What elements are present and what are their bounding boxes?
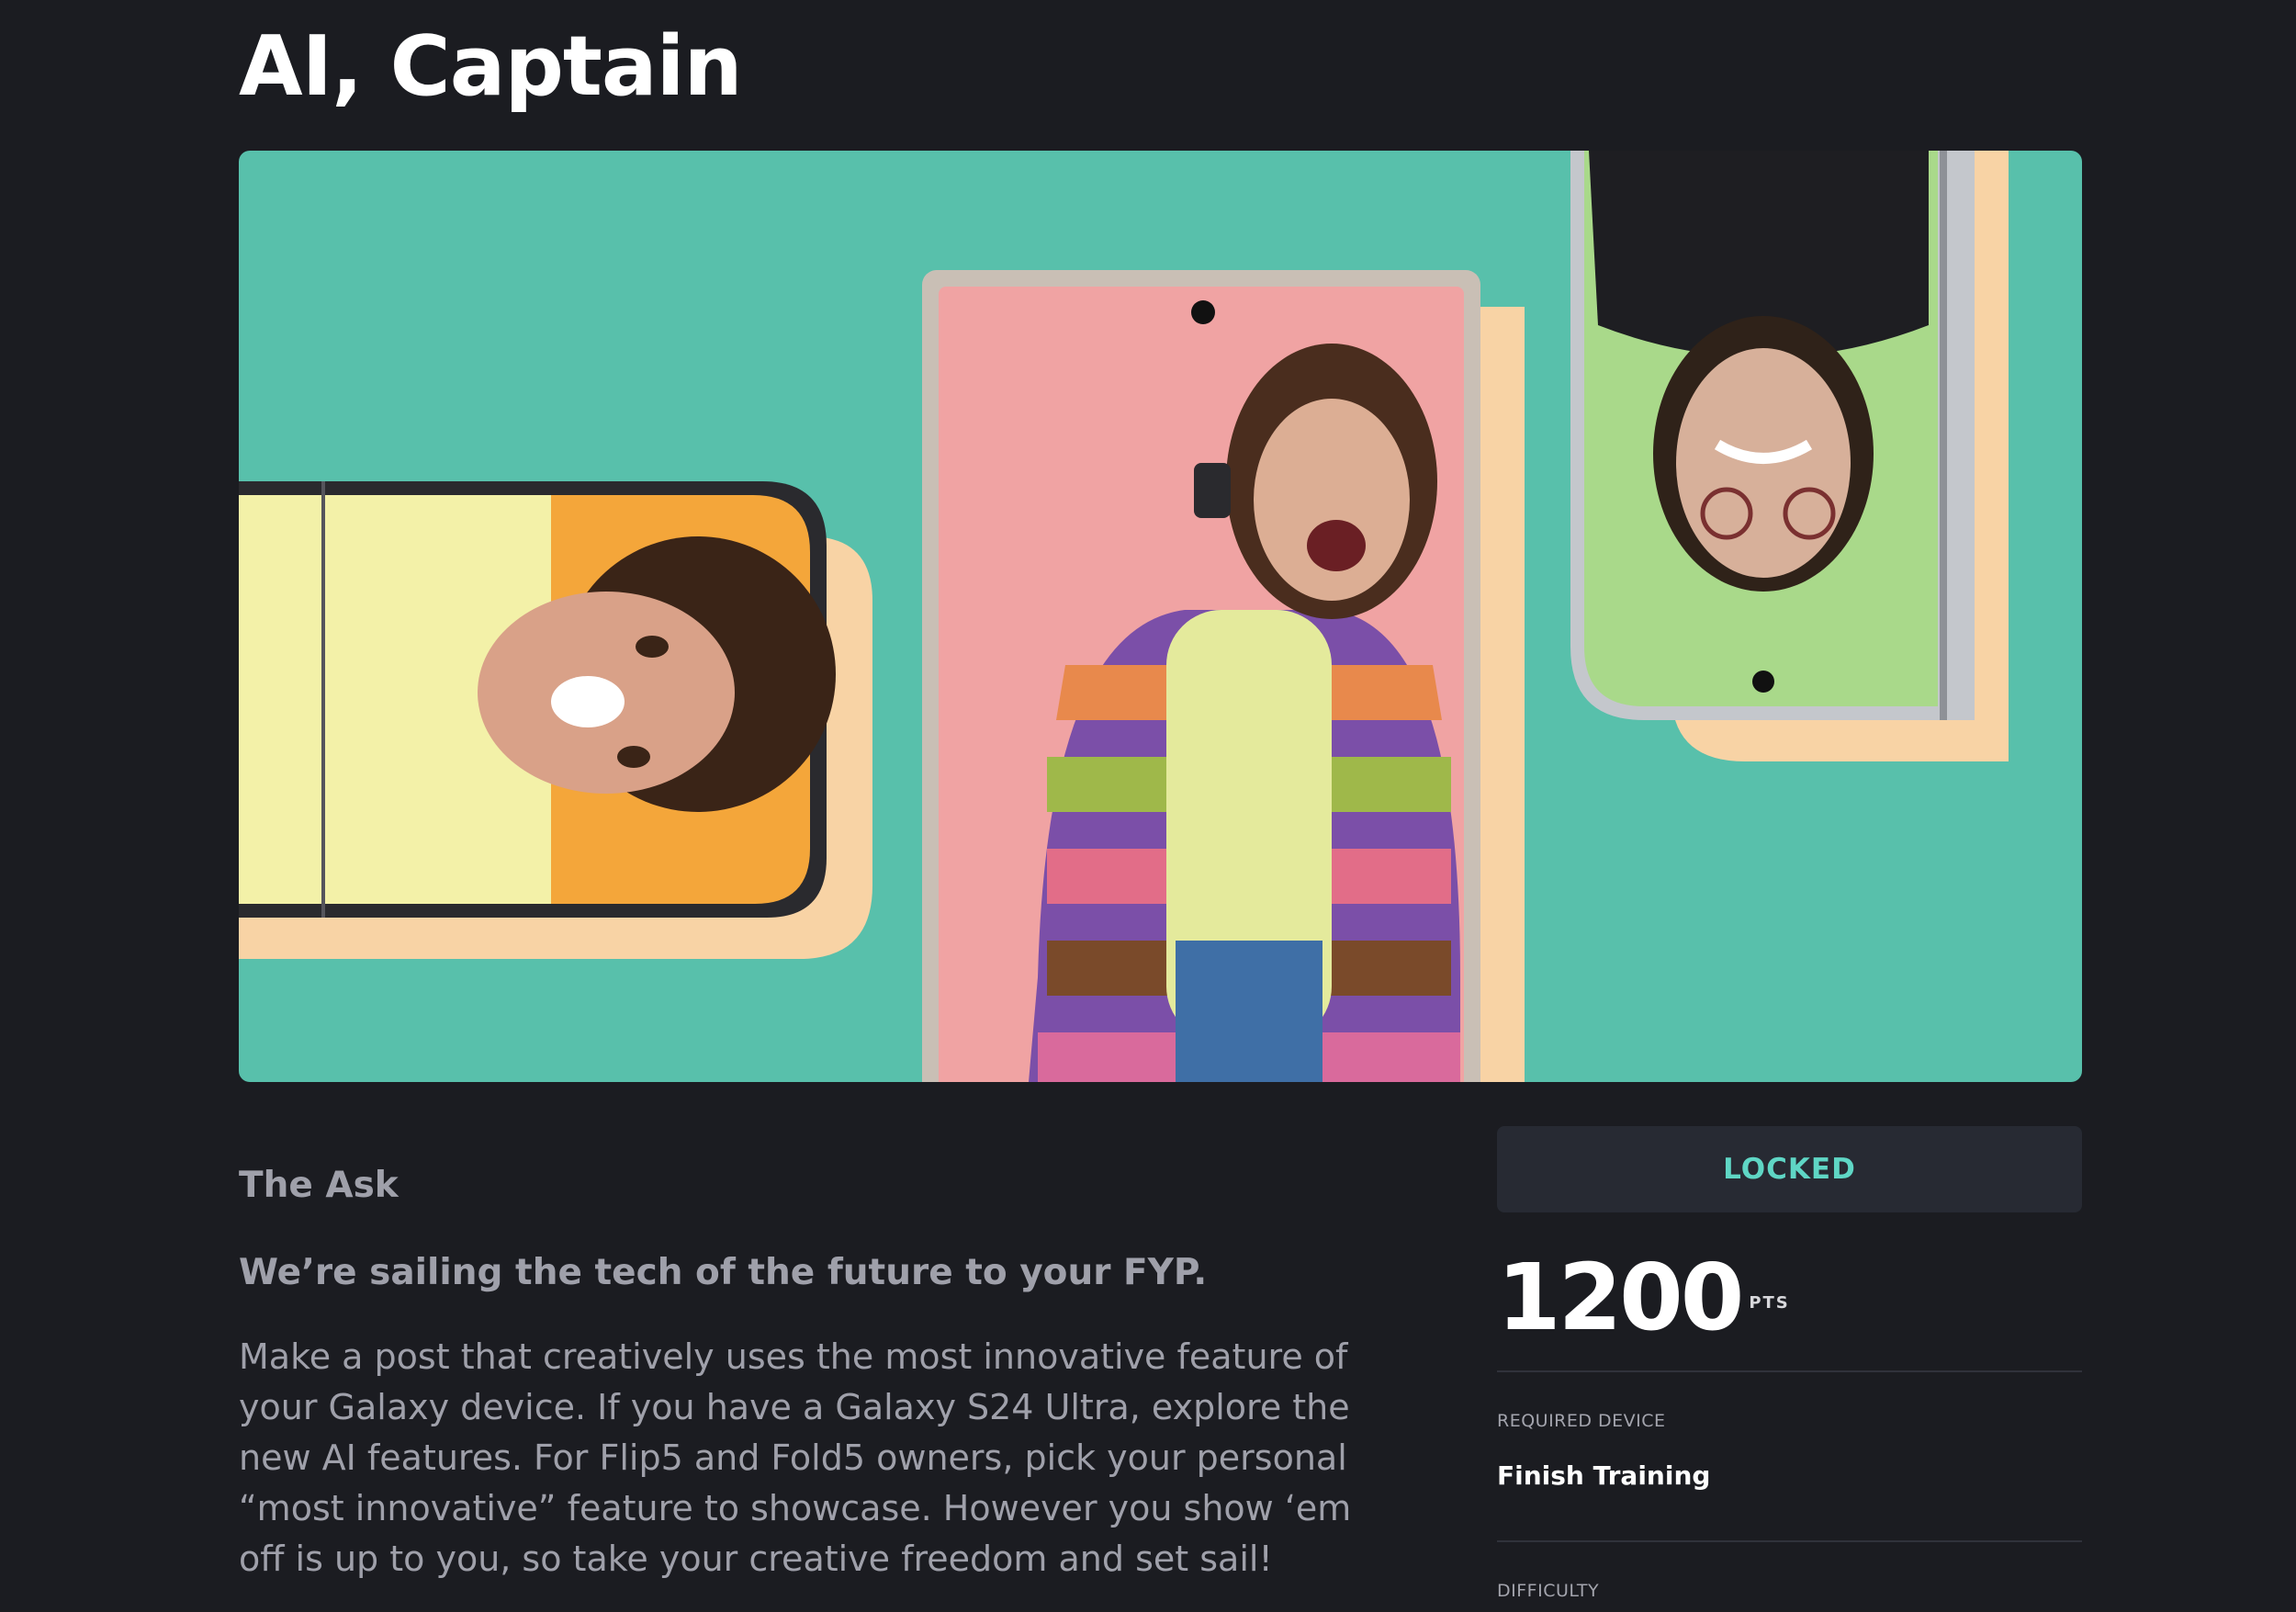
points: 1200 PTS — [1497, 1252, 1790, 1344]
phone-right — [1570, 151, 2009, 761]
ask-description: Make a post that creatively uses the mos… — [239, 1336, 1352, 1579]
required-device-label: REQUIRED DEVICE — [1497, 1411, 1666, 1431]
page-title: AI, Captain — [239, 18, 743, 115]
divider — [1497, 1540, 2082, 1542]
difficulty-label: DIFFICULTY — [1497, 1581, 1600, 1601]
phone-left — [239, 481, 872, 959]
hero-image — [239, 151, 2082, 1082]
required-device-value: Finish Training — [1497, 1460, 1711, 1491]
ask-heading: The Ask — [239, 1165, 399, 1206]
points-unit: PTS — [1749, 1293, 1790, 1313]
points-value: 1200 — [1497, 1244, 1744, 1351]
ask-subheading: We’re sailing the tech of the future to … — [239, 1252, 1208, 1293]
phone-middle — [922, 270, 1525, 1082]
locked-button[interactable]: LOCKED — [1497, 1126, 2082, 1212]
divider — [1497, 1370, 2082, 1372]
